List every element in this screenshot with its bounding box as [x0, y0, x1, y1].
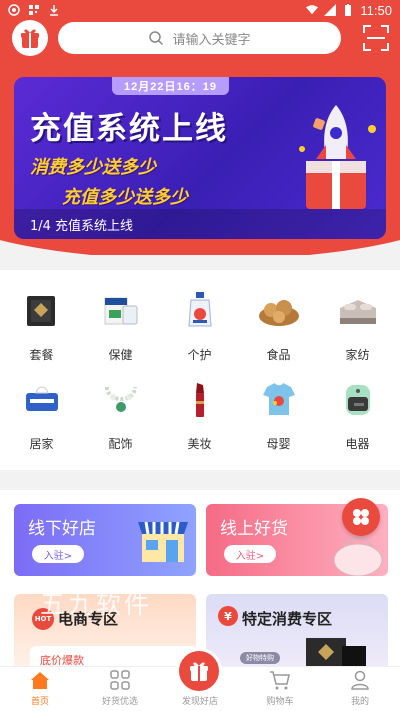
banner-line-2: 充值多少送多少 — [62, 187, 188, 208]
tab-label: 首页 — [30, 697, 49, 707]
app-logo[interactable] — [12, 20, 48, 56]
category-label: 配饰 — [108, 437, 133, 451]
category-item-taocan[interactable]: 套餐 — [2, 288, 81, 363]
wifi-icon — [306, 5, 319, 15]
status-time: 11:50 — [360, 2, 392, 18]
discover-center-button[interactable] — [176, 648, 222, 694]
watermark-text: 五九软件 — [40, 590, 153, 619]
tab-selected-goods[interactable]: 好货优选 — [80, 667, 160, 711]
tab-profile[interactable]: 我的 — [320, 667, 400, 711]
offline-store-card[interactable]: 线下好店 入驻> — [14, 504, 196, 576]
gift-box-illustration-icon — [306, 638, 366, 666]
app-screen: 11:50 请输入关键字 12月22日16：19 充值系统上线 消费多少送多少 … — [0, 0, 400, 711]
sugar-pot-icon — [333, 537, 383, 576]
category-item-jujia[interactable]: 居家 — [2, 377, 81, 452]
rocket-illustration-icon — [299, 105, 376, 209]
category-label: 套餐 — [29, 348, 54, 362]
tab-cart[interactable]: 购物车 — [240, 667, 320, 711]
quick-menu-button[interactable] — [342, 498, 380, 536]
tab-label: 购物车 — [266, 697, 294, 707]
category-label: 母婴 — [266, 437, 291, 451]
category-label: 家纺 — [345, 348, 370, 362]
category-label: 食品 — [266, 348, 291, 362]
special-zone-tag: 好物特购 — [240, 652, 280, 664]
cart-icon — [270, 671, 290, 690]
gift-box-icon — [20, 288, 64, 332]
search-icon — [149, 31, 164, 46]
bedding-icon — [336, 288, 380, 332]
search-bar[interactable]: 请输入关键字 — [58, 22, 341, 54]
promo-banner[interactable]: 12月22日16：19 充值系统上线 消费多少送多少 充值多少送多少 1/4 充… — [14, 77, 386, 239]
bottle-icon — [178, 288, 222, 332]
offline-join-button[interactable]: 入驻> — [32, 545, 84, 563]
storefront-icon — [138, 521, 188, 562]
yen-badge: ¥ — [218, 606, 238, 626]
banner-title: 充值系统上线 — [30, 111, 228, 147]
home-icon — [31, 672, 49, 689]
lipstick-icon — [178, 377, 222, 421]
cookies-icon — [257, 288, 301, 332]
battery-icon — [345, 4, 352, 16]
health-box-icon — [99, 288, 143, 332]
signal-icon — [324, 4, 337, 16]
tab-label: 好货优选 — [101, 697, 138, 707]
gift-logo-icon — [21, 29, 39, 48]
tab-label: 发现好店 — [181, 697, 218, 707]
tissue-icon — [20, 377, 64, 421]
category-item-shipin[interactable]: 食品 — [239, 288, 318, 363]
special-zone-title: 特定消费专区 — [242, 610, 333, 628]
download-notification-icon — [50, 5, 58, 16]
online-join-button[interactable]: 入驻> — [224, 545, 276, 563]
banner-line-1: 消费多少送多少 — [30, 157, 156, 178]
air-fryer-icon — [336, 377, 380, 421]
category-item-muying[interactable]: 母婴 — [239, 377, 318, 452]
category-item-peishi[interactable]: 配饰 — [81, 377, 160, 452]
category-grid: 套餐 保健 个护 食品 家纺 居家 配饰 美妆 母婴 电器 — [0, 270, 400, 470]
user-icon — [351, 670, 369, 690]
offline-store-title: 线下好店 — [28, 519, 96, 539]
qr-notification-icon — [29, 5, 39, 15]
category-item-dianqi[interactable]: 电器 — [318, 377, 397, 452]
special-zone-card[interactable]: ¥ 特定消费专区 好物特购 — [206, 594, 388, 666]
gift-icon — [190, 662, 208, 681]
online-goods-title: 线上好货 — [220, 519, 288, 539]
category-label: 个护 — [187, 348, 212, 362]
tab-label: 我的 — [350, 697, 369, 707]
category-label: 电器 — [345, 437, 370, 451]
search-placeholder: 请输入关键字 — [172, 32, 251, 48]
category-label: 美妆 — [187, 437, 212, 451]
category-label: 保健 — [108, 348, 133, 362]
category-item-gehu[interactable]: 个护 — [160, 288, 239, 363]
flower-menu-icon — [353, 509, 369, 525]
category-item-jiafang[interactable]: 家纺 — [318, 288, 397, 363]
tab-home[interactable]: 首页 — [0, 667, 80, 711]
tshirt-icon — [257, 377, 301, 421]
scan-icon[interactable] — [363, 25, 389, 51]
status-bar: 11:50 — [0, 0, 400, 20]
app-notification-icon — [8, 4, 20, 16]
category-item-baojian[interactable]: 保健 — [81, 288, 160, 363]
category-item-meizhuang[interactable]: 美妆 — [160, 377, 239, 452]
ec-zone-subtitle: 底价爆款 — [30, 646, 196, 666]
banner-caption: 1/4 充值系统上线 — [14, 209, 386, 239]
top-bar: 请输入关键字 — [0, 20, 400, 58]
banner-date: 12月22日16：19 — [112, 77, 229, 95]
category-label: 居家 — [29, 437, 54, 451]
necklace-icon — [99, 377, 143, 421]
promo-section: 线下好店 入驻> 线上好货 入驻> HOT 电商专区 底价爆款 ¥ 特定消费专区… — [0, 490, 400, 666]
grid-icon — [110, 670, 130, 690]
